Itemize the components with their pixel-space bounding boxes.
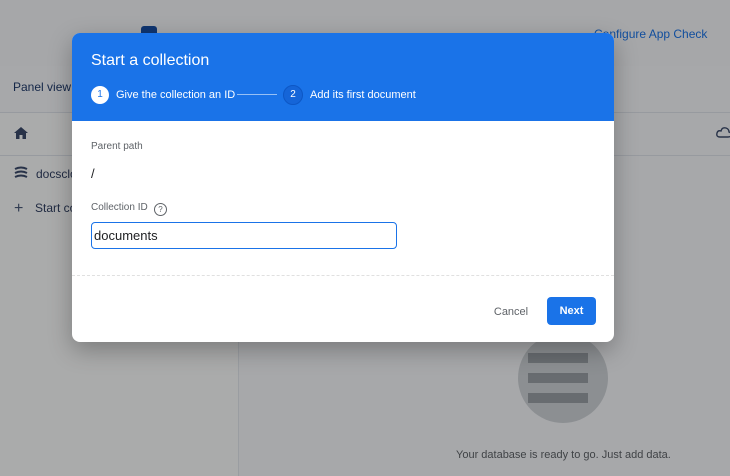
step-label: Add its first document — [310, 89, 416, 101]
parent-path-value: / — [91, 166, 95, 181]
step-connector — [237, 94, 277, 95]
help-icon[interactable]: ? — [154, 203, 167, 216]
step-2: 2 Add its first document — [283, 85, 416, 105]
next-button[interactable]: Next — [547, 297, 596, 325]
step-number: 1 — [91, 86, 109, 104]
parent-path-label: Parent path — [91, 141, 143, 152]
dialog-divider — [72, 275, 614, 276]
step-number: 2 — [283, 85, 303, 105]
collection-id-label: Collection ID — [91, 202, 148, 213]
collection-id-input[interactable] — [91, 222, 397, 249]
cancel-button[interactable]: Cancel — [485, 298, 537, 325]
start-collection-dialog: Start a collection 1 Give the collection… — [72, 33, 614, 342]
step-label: Give the collection an ID — [116, 89, 236, 101]
step-1: 1 Give the collection an ID — [91, 85, 235, 105]
dialog-header: Start a collection 1 Give the collection… — [72, 33, 614, 121]
dialog-title: Start a collection — [91, 52, 210, 69]
